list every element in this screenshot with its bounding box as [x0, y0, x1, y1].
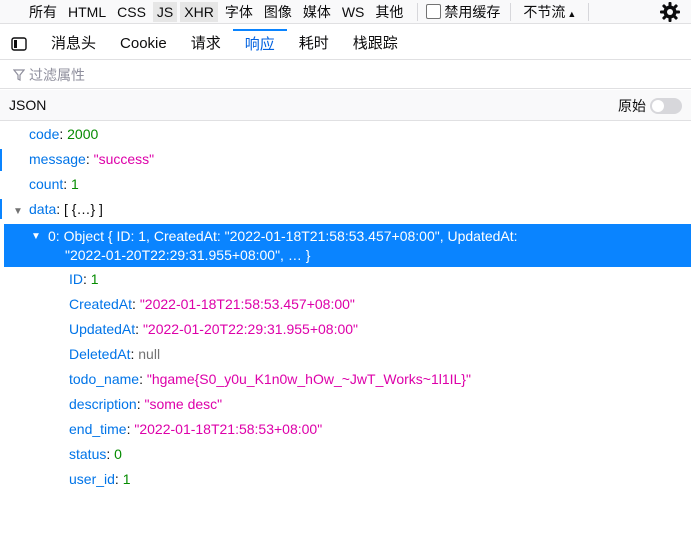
- tree-key: message: [29, 151, 86, 167]
- json-tree: code: 2000 message: "success" count: 1 ▼…: [0, 122, 691, 537]
- disable-cache-label[interactable]: 禁用缓存: [444, 2, 500, 22]
- tree-row[interactable]: description: "some desc": [0, 392, 691, 417]
- tree-value: 1: [71, 176, 79, 192]
- tree-key: CreatedAt: [69, 296, 133, 312]
- tree-key: count: [29, 176, 64, 192]
- tree-row[interactable]: message: "success": [0, 147, 691, 172]
- filter-js-button[interactable]: JS: [152, 1, 178, 22]
- tree-summary: Object { ID: 1, CreatedAt: "2022-01-18T2…: [63, 228, 518, 244]
- throttling-value: 不节流: [523, 3, 566, 20]
- sidebar-toggle-glyph: [11, 37, 27, 51]
- tree-value: null: [138, 346, 161, 362]
- toolbar-divider: [588, 2, 590, 21]
- raw-toggle-label[interactable]: 原始: [618, 96, 646, 116]
- tree-value: 1: [90, 271, 99, 287]
- tab-request[interactable]: 请求: [179, 29, 233, 59]
- tree-summary: [ {…} ]: [64, 201, 103, 217]
- tree-value: "2022-01-20T22:29:31.955+08:00": [142, 321, 359, 337]
- tab-headers[interactable]: 消息头: [39, 29, 108, 59]
- tree-key: status: [69, 446, 107, 462]
- tree-row[interactable]: DeletedAt: null: [0, 342, 691, 367]
- tree-row[interactable]: user_id: 1: [0, 467, 691, 492]
- toolbar-divider: [510, 2, 512, 21]
- filter-html-button[interactable]: HTML: [64, 2, 110, 22]
- tree-value: "hgame{S0_y0u_K1n0w_hOw_~JwT_Works~1l1IL…: [146, 371, 471, 387]
- details-tabbar: 消息头 Cookie 请求 响应 耗时 栈跟踪: [0, 29, 691, 60]
- tree-row[interactable]: todo_name: "hgame{S0_y0u_K1n0w_hOw_~JwT_…: [0, 367, 691, 392]
- filter-all-button[interactable]: 所有: [25, 2, 61, 22]
- tree-value: "2022-01-18T21:58:53.457+08:00": [139, 296, 355, 312]
- tree-row-data[interactable]: ▼︎ data: [ {…} ]: [0, 197, 691, 222]
- filter-properties-input[interactable]: 过滤属性: [29, 65, 85, 85]
- tree-key: code: [29, 126, 60, 142]
- tree-value: "success": [93, 151, 155, 167]
- gear-icon[interactable]: [658, 0, 682, 24]
- tree-key: 0: [48, 228, 56, 244]
- tree-key: end_time: [69, 421, 127, 437]
- tree-key: todo_name: [69, 371, 140, 387]
- filter-css-button[interactable]: CSS: [113, 2, 150, 22]
- tree-key: DeletedAt: [69, 346, 131, 362]
- filter-images-button[interactable]: 图像: [260, 2, 296, 22]
- tree-key: description: [69, 396, 137, 412]
- tree-row[interactable]: status: 0: [0, 442, 691, 467]
- filter-properties-bar[interactable]: 过滤属性: [0, 62, 691, 89]
- sidebar-toggle-icon[interactable]: [5, 29, 33, 59]
- filter-fonts-button[interactable]: 字体: [221, 2, 257, 22]
- tree-value: 1: [122, 471, 131, 487]
- tree-summary-continuation: "2022-01-20T22:29:31.955+08:00", … }: [65, 247, 311, 263]
- tree-row[interactable]: count: 1: [0, 172, 691, 197]
- tree-row[interactable]: end_time: "2022-01-18T21:58:53+08:00": [0, 417, 691, 442]
- tab-response[interactable]: 响应: [232, 29, 287, 59]
- tree-row-selected[interactable]: ▼︎ 0: Object { ID: 1, CreatedAt: "2022-0…: [4, 224, 691, 267]
- tree-row[interactable]: ID: 1: [0, 267, 691, 292]
- filter-media-button[interactable]: 媒体: [299, 2, 335, 22]
- tree-row[interactable]: UpdatedAt: "2022-01-20T22:29:31.955+08:0…: [0, 317, 691, 342]
- tree-key: UpdatedAt: [69, 321, 136, 337]
- raw-toggle[interactable]: 原始: [618, 96, 682, 116]
- json-title: JSON: [9, 97, 47, 113]
- tree-row[interactable]: CreatedAt: "2022-01-18T21:58:53.457+08:0…: [0, 292, 691, 317]
- filter-other-button[interactable]: 其他: [371, 2, 407, 22]
- throttling-dropdown[interactable]: 不节流 ▲︎: [523, 2, 576, 22]
- filter-ws-button[interactable]: WS: [338, 2, 369, 22]
- tree-key: user_id: [69, 471, 115, 487]
- tab-stack-trace[interactable]: 栈跟踪: [341, 29, 410, 59]
- tree-value: 0: [114, 446, 122, 462]
- tree-row[interactable]: code: 2000: [0, 122, 691, 147]
- tab-cookies[interactable]: Cookie: [108, 29, 179, 59]
- tab-timings[interactable]: 耗时: [287, 29, 341, 59]
- disable-cache-checkbox[interactable]: [426, 4, 442, 19]
- tree-selected-line1: 0: Object { ID: 1, CreatedAt: "2022-01-1…: [48, 228, 518, 244]
- toolbar-divider: [417, 2, 419, 21]
- expand-triangle-icon[interactable]: ▼︎: [31, 228, 41, 246]
- resource-filter-toolbar: 所有 HTML CSS JS XHR 字体 图像 媒体 WS 其他 禁用缓存 不…: [0, 0, 691, 24]
- raw-toggle-switch[interactable]: [650, 98, 682, 114]
- toggle-knob: [652, 100, 664, 112]
- tree-key: data: [29, 201, 57, 217]
- chevron-updown-icon: ▲︎: [567, 8, 577, 19]
- tree-value: 2000: [67, 126, 99, 142]
- tree-value: "2022-01-18T21:58:53+08:00": [134, 421, 323, 437]
- tree-value: "some desc": [144, 396, 223, 412]
- expand-triangle-icon[interactable]: ▼︎: [11, 199, 25, 224]
- tree-key: ID: [69, 271, 83, 287]
- json-section-header: JSON 原始: [0, 90, 691, 121]
- funnel-icon: [13, 69, 25, 81]
- filter-xhr-button[interactable]: XHR: [180, 1, 218, 22]
